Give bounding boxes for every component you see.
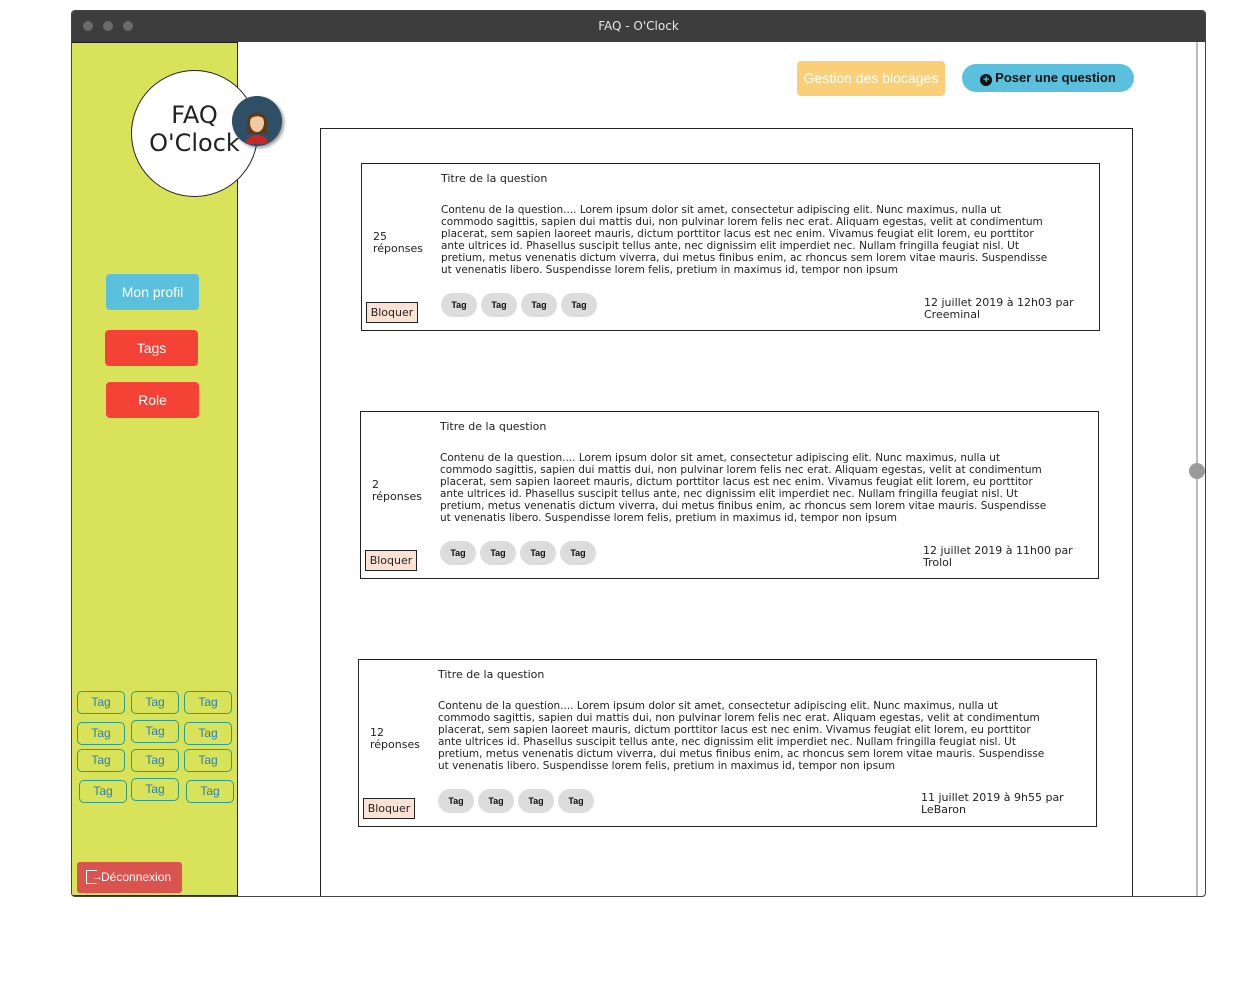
sidebar-tag[interactable]: Tag	[131, 691, 179, 714]
window-title: FAQ - O'Clock	[598, 19, 679, 33]
sidebar-tag[interactable]: Tag	[77, 722, 125, 745]
question-card[interactable]: 25 réponses Titre de la question Contenu…	[361, 163, 1100, 331]
sidebar-tag[interactable]: Tag	[77, 691, 125, 714]
logout-button[interactable]: → Déconnexion	[77, 862, 182, 893]
role-button[interactable]: Role	[106, 382, 199, 418]
question-tag[interactable]: Tag	[441, 293, 477, 317]
question-title[interactable]: Titre de la question	[441, 172, 547, 185]
app-window: FAQ - O'Clock FAQ O'Clock Mon profil Tag…	[71, 10, 1206, 897]
block-button[interactable]: Bloquer	[366, 302, 418, 323]
question-meta: 12 juillet 2019 à 12h03 par Creeminal	[924, 296, 1074, 321]
question-tag[interactable]: Tag	[520, 541, 556, 565]
user-avatar-icon[interactable]	[232, 96, 282, 146]
question-tag[interactable]: Tag	[438, 789, 474, 813]
question-meta: 12 juillet 2019 à 11h00 par Trolol	[923, 544, 1073, 569]
manage-blocks-button[interactable]: Gestion des blocages	[797, 61, 945, 96]
sidebar-tag[interactable]: Tag	[184, 691, 232, 714]
question-title[interactable]: Titre de la question	[438, 668, 544, 681]
question-tags: Tag Tag Tag Tag	[438, 789, 598, 813]
question-body: Contenu de la question.... Lorem ipsum d…	[440, 452, 1047, 524]
ask-question-button[interactable]: + Poser une question	[962, 64, 1134, 92]
block-button[interactable]: Bloquer	[365, 550, 417, 571]
plus-circle-icon: +	[980, 74, 993, 86]
scrollbar-thumb[interactable]	[1189, 463, 1205, 479]
reply-count: 2 réponses	[372, 478, 422, 503]
question-body: Contenu de la question.... Lorem ipsum d…	[438, 700, 1045, 772]
logout-label: Déconnexion	[101, 870, 172, 884]
reply-count: 25 réponses	[373, 230, 423, 255]
sidebar-tag[interactable]: Tag	[131, 720, 179, 743]
question-tag[interactable]: Tag	[440, 541, 476, 565]
question-tags: Tag Tag Tag Tag	[440, 541, 600, 565]
arrow-right-icon: →	[92, 871, 103, 883]
sidebar-tag[interactable]: Tag	[184, 722, 232, 745]
sidebar-tag[interactable]: Tag	[77, 749, 125, 772]
question-tag[interactable]: Tag	[480, 541, 516, 565]
block-button[interactable]: Bloquer	[363, 798, 415, 819]
sidebar-tag[interactable]: Tag	[79, 780, 127, 803]
title-bar: FAQ - O'Clock	[72, 11, 1205, 42]
question-title[interactable]: Titre de la question	[440, 420, 546, 433]
sidebar-tag[interactable]: Tag	[131, 749, 179, 772]
question-tag[interactable]: Tag	[521, 293, 557, 317]
question-card[interactable]: 2 réponses Titre de la question Contenu …	[360, 411, 1099, 579]
profile-button[interactable]: Mon profil	[106, 274, 199, 310]
question-tag[interactable]: Tag	[518, 789, 554, 813]
question-tag[interactable]: Tag	[481, 293, 517, 317]
question-card[interactable]: 12 réponses Titre de la question Contenu…	[358, 659, 1097, 827]
tags-button[interactable]: Tags	[105, 330, 198, 366]
ask-question-label: Poser une question	[995, 70, 1116, 85]
sidebar-tag[interactable]: Tag	[186, 780, 234, 803]
sidebar-tag[interactable]: Tag	[131, 778, 179, 801]
question-list: 25 réponses Titre de la question Contenu…	[320, 128, 1133, 896]
question-tag[interactable]: Tag	[558, 789, 594, 813]
question-tag[interactable]: Tag	[561, 293, 597, 317]
question-body: Contenu de la question.... Lorem ipsum d…	[441, 204, 1048, 276]
sidebar: FAQ O'Clock Mon profil Tags Role Tag Tag…	[72, 42, 282, 896]
reply-count: 12 réponses	[370, 726, 420, 751]
question-meta: 11 juillet 2019 à 9h55 par LeBaron	[921, 791, 1064, 816]
question-tag[interactable]: Tag	[478, 789, 514, 813]
sidebar-tag[interactable]: Tag	[184, 749, 232, 772]
question-tag[interactable]: Tag	[560, 541, 596, 565]
question-tags: Tag Tag Tag Tag	[441, 293, 601, 317]
